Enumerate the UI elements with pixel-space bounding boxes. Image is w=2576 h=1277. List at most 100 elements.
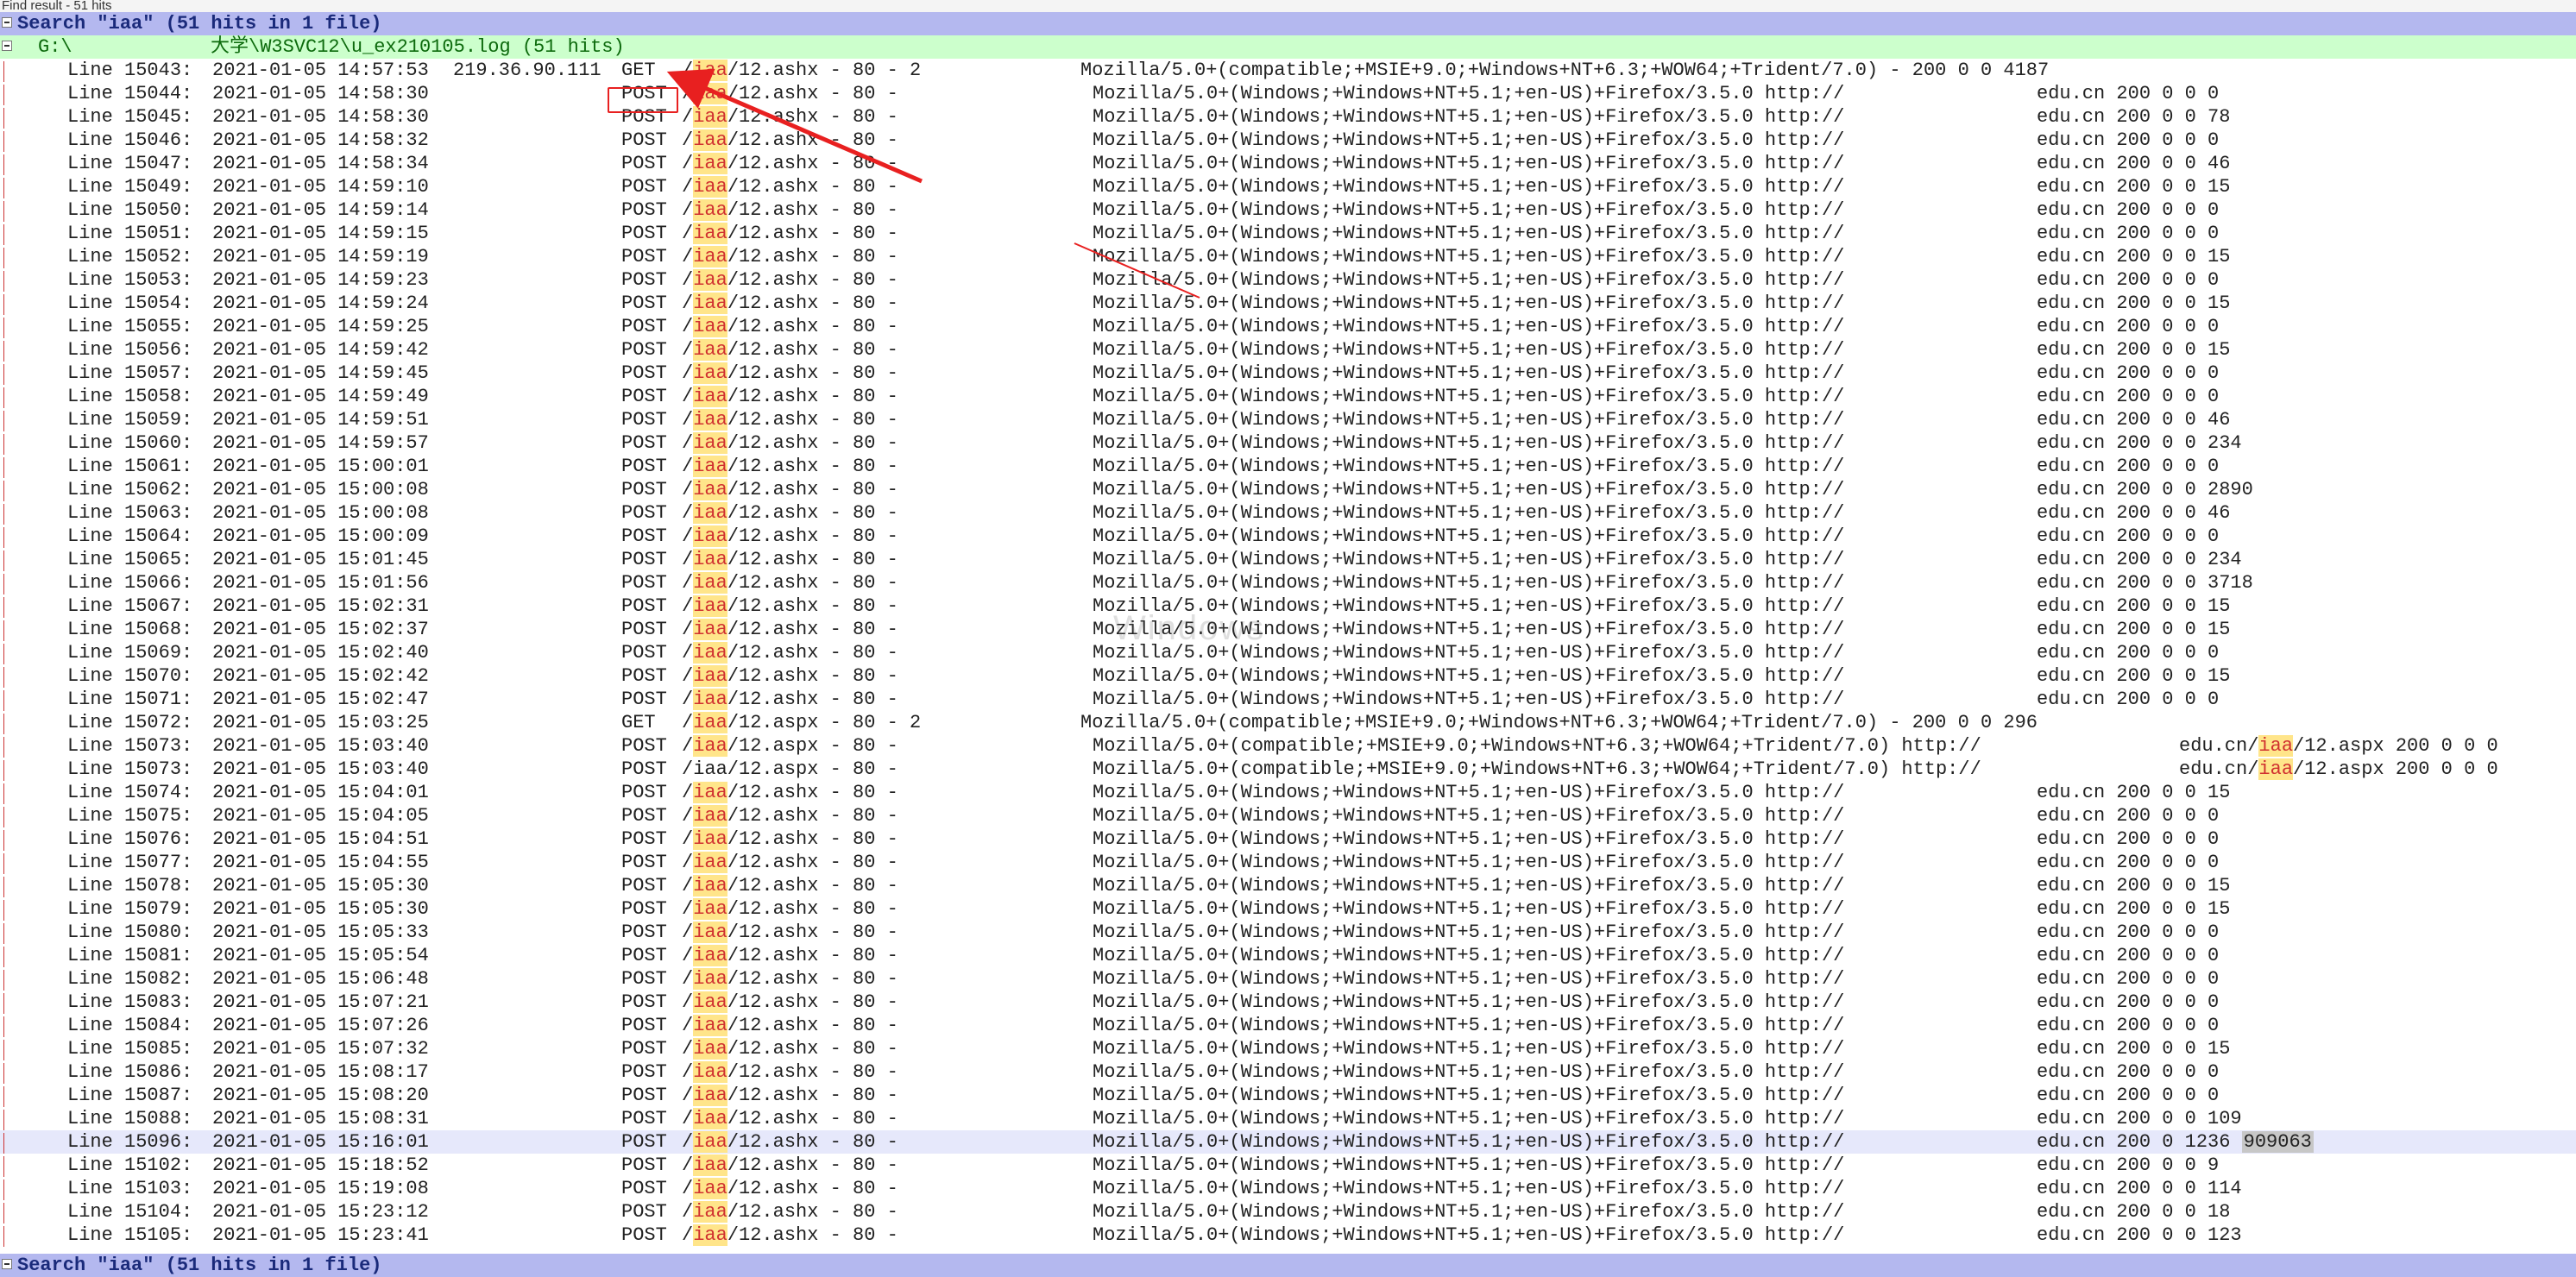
result-line[interactable]: Line 15043: 2021-01-05 14:57:53 219.36.90.… <box>0 59 2576 82</box>
result-line[interactable]: Line 15088: 2021-01-05 15:08:31 POST/iaa/1… <box>0 1107 2576 1130</box>
result-line[interactable]: Line 15104: 2021-01-05 15:23:12 POST/iaa/1… <box>0 1200 2576 1224</box>
result-line[interactable]: Line 15047: 2021-01-05 14:58:34 POST/iaa/1… <box>0 152 2576 175</box>
result-line[interactable]: Line 15054: 2021-01-05 14:59:24 POST/iaa/1… <box>0 292 2576 315</box>
search-summary-footer[interactable]: Search "iaa" (51 hits in 1 file) <box>0 1254 2576 1277</box>
result-line[interactable]: Line 15078: 2021-01-05 15:05:30 POST/iaa/1… <box>0 874 2576 897</box>
timestamp: 2021-01-05 14:59:10 <box>212 176 429 198</box>
result-line[interactable]: Line 15060: 2021-01-05 14:59:57 POST/iaa/1… <box>0 431 2576 455</box>
referer-host-status: edu.cn 200 0 0 0 <box>2037 968 2220 990</box>
result-line[interactable]: Line 15103: 2021-01-05 15:19:08 POST/iaa/1… <box>0 1177 2576 1200</box>
result-line[interactable]: Line 15068: 2021-01-05 15:02:37 POST/iaa/1… <box>0 618 2576 641</box>
gutter-mark <box>3 527 4 548</box>
result-line[interactable]: Line 15073: 2021-01-05 15:03:40 POST/iaa/1… <box>0 758 2576 781</box>
result-line[interactable]: Line 15083: 2021-01-05 15:07:21 POST/iaa/1… <box>0 991 2576 1014</box>
result-line[interactable]: Line 15075: 2021-01-05 15:04:05 POST/iaa/1… <box>0 804 2576 827</box>
result-line[interactable]: Line 15077: 2021-01-05 15:04:55 POST/iaa/1… <box>0 851 2576 874</box>
collapse-icon[interactable] <box>2 17 12 28</box>
line-number: Line 15060: <box>67 432 193 454</box>
result-line[interactable]: Line 15053: 2021-01-05 14:59:23 POST/iaa/1… <box>0 268 2576 292</box>
request-path: /iaa/12.aspx - 80 - 2 <box>682 712 922 733</box>
result-line[interactable]: Line 15096: 2021-01-05 15:16:01 POST/iaa/1… <box>0 1130 2576 1154</box>
http-method: POST <box>621 269 667 291</box>
collapse-icon[interactable] <box>2 41 12 51</box>
result-line[interactable]: Line 15071: 2021-01-05 15:02:47 POST/iaa/1… <box>0 688 2576 711</box>
result-line[interactable]: Line 15086: 2021-01-05 15:08:17 POST/iaa/1… <box>0 1060 2576 1084</box>
result-line[interactable]: Line 15062: 2021-01-05 15:00:08 POST/iaa/1… <box>0 478 2576 501</box>
request-path: /iaa/12.ashx - 80 - <box>682 176 898 198</box>
timestamp: 2021-01-05 15:00:09 <box>212 525 429 547</box>
request-path: /iaa/12.ashx - 80 - <box>682 1154 898 1176</box>
line-number: Line 15102: <box>67 1154 193 1176</box>
file-result-header[interactable]: G:\ 大学\W3SVC12\u_ex210105.log (51 hits) <box>0 35 2576 59</box>
result-line[interactable]: Line 15061: 2021-01-05 15:00:01 POST/iaa/1… <box>0 455 2576 478</box>
user-agent: Mozilla/5.0+(Windows;+Windows+NT+5.1;+en… <box>1093 922 1845 943</box>
user-agent: Mozilla/5.0+(Windows;+Windows+NT+5.1;+en… <box>1093 223 1845 244</box>
result-line[interactable]: Line 15052: 2021-01-05 14:59:19 POST/iaa/1… <box>0 245 2576 268</box>
result-line[interactable]: Line 15073: 2021-01-05 15:03:40 POST/iaa/1… <box>0 734 2576 758</box>
search-hit: iaa <box>693 432 727 454</box>
result-line[interactable]: Line 15070: 2021-01-05 15:02:42 POST/iaa/1… <box>0 664 2576 688</box>
user-agent: Mozilla/5.0+(Windows;+Windows+NT+5.1;+en… <box>1093 875 1845 896</box>
result-line[interactable]: Line 15079: 2021-01-05 15:05:30 POST/iaa/1… <box>0 897 2576 921</box>
result-line[interactable]: Line 15082: 2021-01-05 15:06:48 POST/iaa/1… <box>0 967 2576 991</box>
result-line[interactable]: Line 15049: 2021-01-05 14:59:10 POST/iaa/1… <box>0 175 2576 198</box>
result-line[interactable]: Line 15063: 2021-01-05 15:00:08 POST/iaa/1… <box>0 501 2576 525</box>
watermark: Windows <box>1113 609 1266 647</box>
result-line[interactable]: Line 15085: 2021-01-05 15:07:32 POST/iaa/1… <box>0 1037 2576 1060</box>
gutter-mark <box>3 1203 4 1224</box>
search-hit: iaa <box>693 735 727 757</box>
result-line[interactable]: Line 15056: 2021-01-05 14:59:42 POST/iaa/1… <box>0 338 2576 362</box>
user-agent: Mozilla/5.0+(Windows;+Windows+NT+5.1;+en… <box>1093 1201 1845 1223</box>
result-line[interactable]: Line 15081: 2021-01-05 15:05:54 POST/iaa/1… <box>0 944 2576 967</box>
user-agent: Mozilla/5.0+(Windows;+Windows+NT+5.1;+en… <box>1093 409 1845 431</box>
result-line[interactable]: Line 15067: 2021-01-05 15:02:31 POST/iaa/1… <box>0 594 2576 618</box>
gutter-mark <box>3 550 4 571</box>
search-hit: iaa <box>693 828 727 850</box>
result-line[interactable]: Line 15065: 2021-01-05 15:01:45 POST/iaa/1… <box>0 548 2576 571</box>
result-line[interactable]: Line 15084: 2021-01-05 15:07:26 POST/iaa/1… <box>0 1014 2576 1037</box>
timestamp: 2021-01-05 15:00:08 <box>212 502 429 524</box>
result-line[interactable]: Line 15057: 2021-01-05 14:59:45 POST/iaa/1… <box>0 362 2576 385</box>
timestamp: 2021-01-05 15:01:45 <box>212 549 429 570</box>
file-drive: G:\ <box>38 36 72 58</box>
search-summary-header[interactable]: Search "iaa" (51 hits in 1 file) <box>0 12 2576 35</box>
search-hit: iaa <box>693 409 727 431</box>
result-line[interactable]: Line 15087: 2021-01-05 15:08:20 POST/iaa/1… <box>0 1084 2576 1107</box>
user-agent: Mozilla/5.0+(Windows;+Windows+NT+5.1;+en… <box>1093 199 1845 221</box>
http-method: POST <box>621 665 667 687</box>
user-agent: Mozilla/5.0+(Windows;+Windows+NT+5.1;+en… <box>1093 968 1845 990</box>
request-path: /iaa/12.ashx - 80 - <box>682 968 898 990</box>
result-line[interactable]: Line 15058: 2021-01-05 14:59:49 POST/iaa/1… <box>0 385 2576 408</box>
referer-host-status: edu.cn 200 0 0 46 <box>2037 502 2231 524</box>
result-line[interactable]: Line 15072: 2021-01-05 15:03:25 GET/iaa/12… <box>0 711 2576 734</box>
result-line[interactable]: Line 15045: 2021-01-05 14:58:30 POST/iaa/1… <box>0 105 2576 129</box>
result-line[interactable]: Line 15102: 2021-01-05 15:18:52 POST/iaa/1… <box>0 1154 2576 1177</box>
result-line[interactable]: Line 15059: 2021-01-05 14:59:51 POST/iaa/1… <box>0 408 2576 431</box>
referer-host-status: edu.cn 200 0 0 234 <box>2037 432 2242 454</box>
result-line[interactable]: Line 15069: 2021-01-05 15:02:40 POST/iaa/1… <box>0 641 2576 664</box>
result-line[interactable]: Line 15080: 2021-01-05 15:05:33 POST/iaa/1… <box>0 921 2576 944</box>
http-method: POST <box>621 1201 667 1223</box>
result-line[interactable]: Line 15066: 2021-01-05 15:01:56 POST/iaa/1… <box>0 571 2576 594</box>
gutter-mark <box>3 877 4 897</box>
user-agent: Mozilla/5.0+(Windows;+Windows+NT+5.1;+en… <box>1093 129 1845 151</box>
gutter-mark <box>3 923 4 944</box>
search-hit: iaa <box>693 362 727 384</box>
referer-host-status: edu.cn 200 0 0 0 <box>2037 269 2220 291</box>
result-line[interactable]: Line 15074: 2021-01-05 15:04:01 POST/iaa/1… <box>0 781 2576 804</box>
result-line[interactable]: Line 15050: 2021-01-05 14:59:14 POST/iaa/1… <box>0 198 2576 222</box>
search-hit: iaa <box>693 1085 727 1106</box>
result-line[interactable]: Line 15064: 2021-01-05 15:00:09 POST/iaa/1… <box>0 525 2576 548</box>
result-line[interactable]: Line 15046: 2021-01-05 14:58:32 POST/iaa/1… <box>0 129 2576 152</box>
gutter-mark <box>3 504 4 525</box>
collapse-icon[interactable] <box>2 1259 12 1269</box>
result-line[interactable]: Line 15076: 2021-01-05 15:04:51 POST/iaa/1… <box>0 827 2576 851</box>
request-path: /iaa/12.aspx - 80 - <box>682 735 898 757</box>
http-method: POST <box>621 735 667 757</box>
line-number: Line 15068: <box>67 619 193 640</box>
result-line[interactable]: Line 15105: 2021-01-05 15:23:41 POST/iaa/1… <box>0 1224 2576 1247</box>
result-line[interactable]: Line 15051: 2021-01-05 14:59:15 POST/iaa/1… <box>0 222 2576 245</box>
result-line[interactable]: Line 15055: 2021-01-05 14:59:25 POST/iaa/1… <box>0 315 2576 338</box>
result-line[interactable]: Line 15044: 2021-01-05 14:58:30 POST/iaa/1… <box>0 82 2576 105</box>
request-path: /iaa/12.ashx - 80 - <box>682 316 898 337</box>
